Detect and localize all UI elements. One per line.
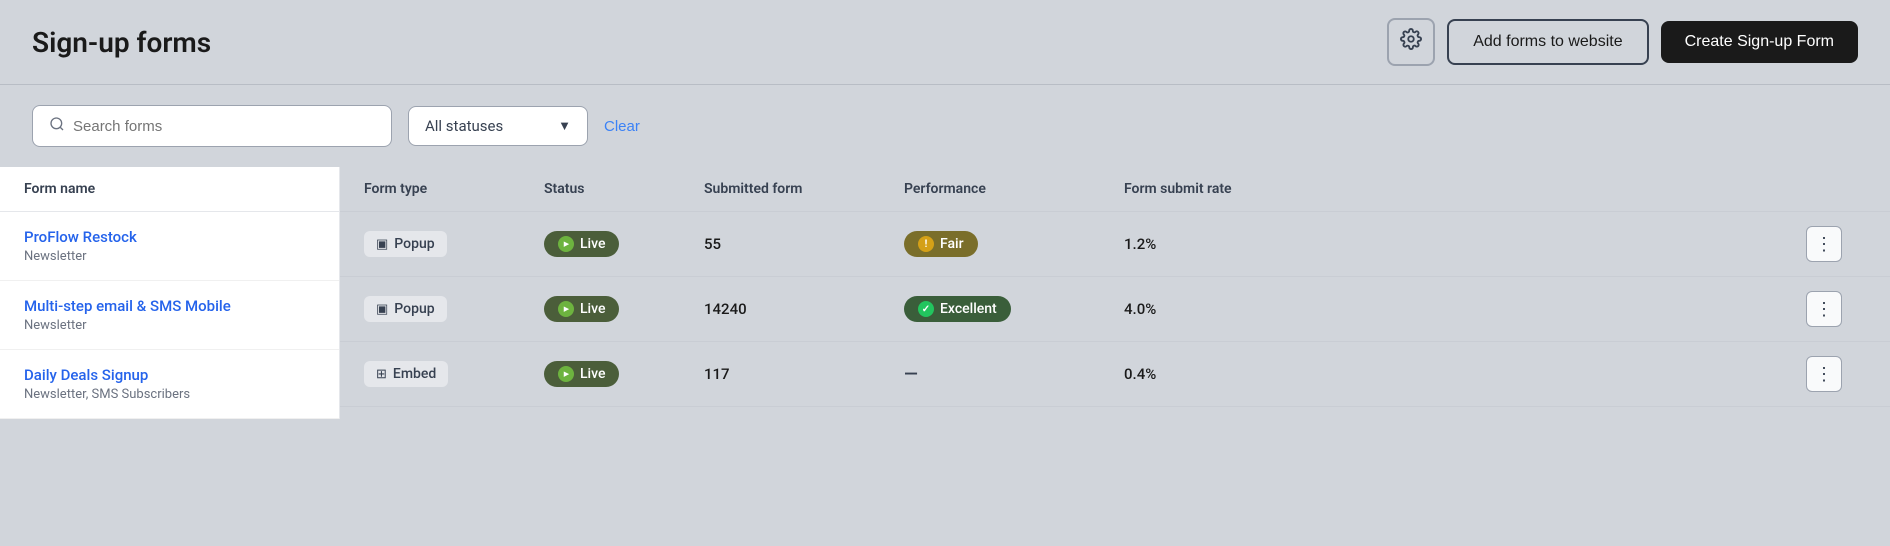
settings-button[interactable] bbox=[1387, 18, 1435, 66]
name-panel: Form name ProFlow Restock Newsletter Mul… bbox=[0, 167, 340, 419]
table-row: ⊞ Embed Live 117 — 0.4% ⋮ bbox=[340, 342, 1890, 407]
type-badge: ▣ Popup bbox=[364, 231, 447, 257]
col-rate-header: Form submit rate bbox=[1124, 181, 1806, 197]
name-row: ProFlow Restock Newsletter bbox=[0, 212, 339, 281]
submitted-cell: 14240 bbox=[704, 300, 904, 318]
actions-cell: ⋮ bbox=[1806, 226, 1866, 262]
status-cell: Live bbox=[544, 361, 704, 387]
performance-dash: — bbox=[904, 364, 918, 385]
chevron-down-icon: ▼ bbox=[558, 118, 571, 134]
actions-cell: ⋮ bbox=[1806, 356, 1866, 392]
type-cell: ⊞ Embed bbox=[364, 361, 544, 387]
type-cell: ▣ Popup bbox=[364, 231, 544, 257]
form-name-link[interactable]: Multi-step email & SMS Mobile bbox=[24, 297, 315, 315]
col-type-header: Form type bbox=[364, 181, 544, 197]
clear-button[interactable]: Clear bbox=[604, 118, 640, 135]
actions-cell: ⋮ bbox=[1806, 291, 1866, 327]
col-actions-header bbox=[1806, 181, 1866, 197]
page-header: Sign-up forms Add forms to website Creat… bbox=[0, 0, 1890, 85]
form-name-link[interactable]: ProFlow Restock bbox=[24, 228, 315, 246]
performance-badge: ✓ Excellent bbox=[904, 296, 1011, 322]
table-row: ▣ Popup Live 55 ! Fair 1.2% bbox=[340, 212, 1890, 277]
col-performance-header: Performance bbox=[904, 181, 1124, 197]
live-dot-icon bbox=[558, 301, 574, 317]
popup-icon: ▣ bbox=[376, 237, 388, 252]
form-sub: Newsletter bbox=[24, 249, 315, 264]
page-title: Sign-up forms bbox=[32, 26, 211, 59]
status-cell: Live bbox=[544, 231, 704, 257]
more-options-button[interactable]: ⋮ bbox=[1806, 291, 1842, 327]
performance-cell: — bbox=[904, 364, 1124, 385]
toolbar: All statuses ▼ Clear bbox=[0, 85, 1890, 167]
status-badge: Live bbox=[544, 296, 619, 322]
live-dot-icon bbox=[558, 236, 574, 252]
embed-icon: ⊞ bbox=[376, 367, 387, 382]
type-cell: ▣ Popup bbox=[364, 296, 544, 322]
form-name-link[interactable]: Daily Deals Signup bbox=[24, 366, 315, 384]
col-status-header: Status bbox=[544, 181, 704, 197]
rate-cell: 0.4% bbox=[1124, 365, 1806, 383]
status-badge: Live bbox=[544, 361, 619, 387]
name-row: Multi-step email & SMS Mobile Newsletter bbox=[0, 281, 339, 350]
search-input[interactable] bbox=[73, 118, 375, 135]
live-dot-icon bbox=[558, 366, 574, 382]
table-header: Form type Status Submitted form Performa… bbox=[340, 167, 1890, 212]
status-filter-dropdown[interactable]: All statuses ▼ bbox=[408, 106, 588, 146]
warning-icon: ! bbox=[918, 236, 934, 252]
col-submitted-header: Submitted form bbox=[704, 181, 904, 197]
name-column-header: Form name bbox=[0, 167, 339, 212]
rate-cell: 1.2% bbox=[1124, 235, 1806, 253]
status-cell: Live bbox=[544, 296, 704, 322]
submitted-cell: 117 bbox=[704, 365, 904, 383]
add-forms-button[interactable]: Add forms to website bbox=[1447, 19, 1648, 65]
popup-icon: ▣ bbox=[376, 302, 388, 317]
header-actions: Add forms to website Create Sign-up Form bbox=[1387, 18, 1858, 66]
filter-label: All statuses bbox=[425, 117, 503, 135]
submitted-cell: 55 bbox=[704, 235, 904, 253]
performance-cell: ! Fair bbox=[904, 231, 1124, 257]
search-box bbox=[32, 105, 392, 147]
more-options-button[interactable]: ⋮ bbox=[1806, 356, 1842, 392]
status-badge: Live bbox=[544, 231, 619, 257]
form-sub: Newsletter, SMS Subscribers bbox=[24, 387, 315, 402]
performance-cell: ✓ Excellent bbox=[904, 296, 1124, 322]
gear-icon bbox=[1400, 28, 1422, 56]
type-badge: ▣ Popup bbox=[364, 296, 447, 322]
form-sub: Newsletter bbox=[24, 318, 315, 333]
check-icon: ✓ bbox=[918, 301, 934, 317]
performance-badge: ! Fair bbox=[904, 231, 978, 257]
create-form-button[interactable]: Create Sign-up Form bbox=[1661, 21, 1858, 63]
forms-table: Form name ProFlow Restock Newsletter Mul… bbox=[0, 167, 1890, 419]
search-icon bbox=[49, 116, 65, 136]
more-options-button[interactable]: ⋮ bbox=[1806, 226, 1842, 262]
table-row: ▣ Popup Live 14240 ✓ Excellent 4 bbox=[340, 277, 1890, 342]
rate-cell: 4.0% bbox=[1124, 300, 1806, 318]
name-row: Daily Deals Signup Newsletter, SMS Subsc… bbox=[0, 350, 339, 419]
data-panel: Form type Status Submitted form Performa… bbox=[340, 167, 1890, 419]
type-badge: ⊞ Embed bbox=[364, 361, 448, 387]
